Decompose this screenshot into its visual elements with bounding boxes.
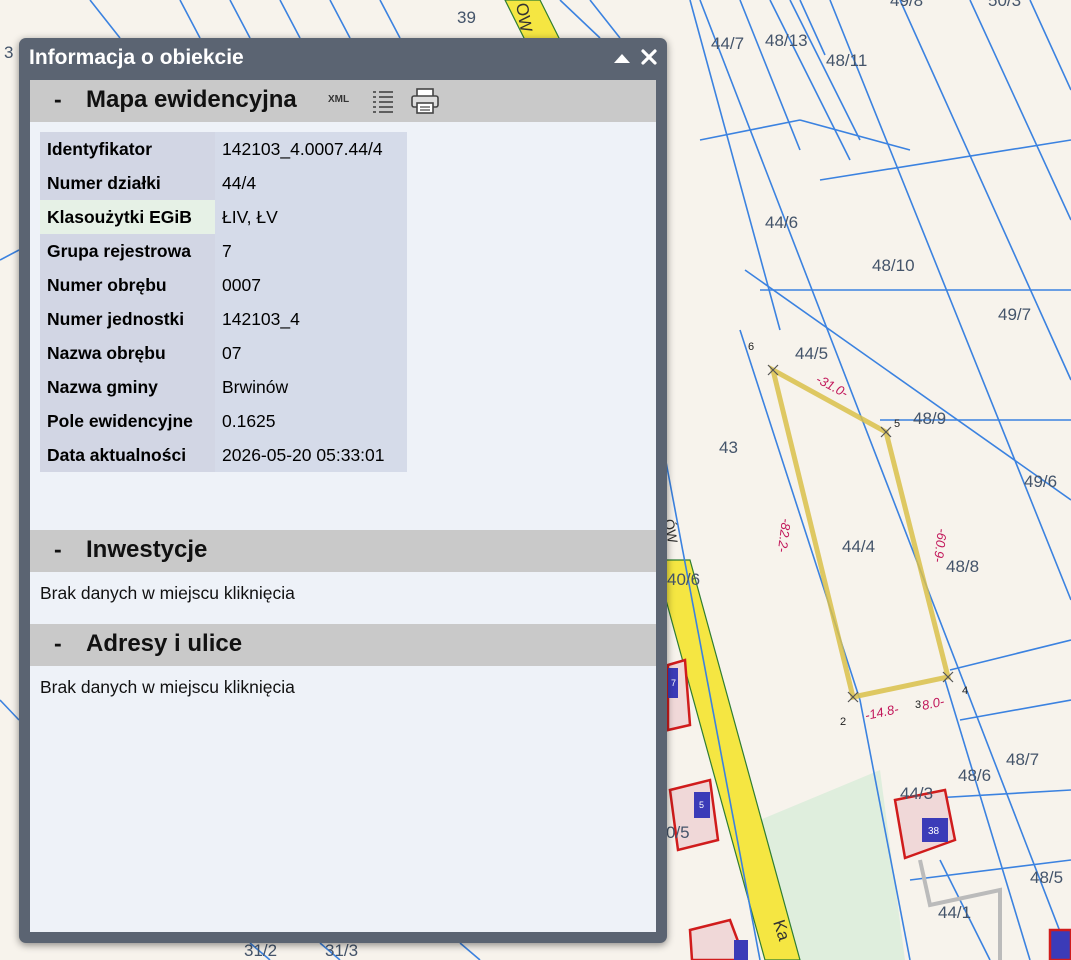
no-data-message: Brak danych w miejscu kliknięcia (40, 677, 295, 697)
parcel-label: 48/9 (913, 409, 946, 428)
parcel-label: 49/7 (998, 305, 1031, 324)
attribute-value: 142103_4.0007.44/4 (215, 132, 407, 166)
section-title: Mapa ewidencyjna (86, 86, 297, 113)
section-title: Inwestycje (86, 536, 208, 563)
parcel-label: 39 (457, 8, 476, 27)
attribute-row: Numer działki 44/4 (40, 166, 407, 200)
attribute-label: Grupa rejestrowa (40, 234, 215, 268)
window-title: Informacja o obiekcie (29, 46, 244, 69)
collapse-toggle[interactable]: - (54, 536, 62, 563)
window-titlebar[interactable]: Informacja o obiekcie (19, 38, 667, 80)
attribute-label: Nazwa gminy (40, 370, 215, 404)
parcel-label: 44/6 (765, 213, 798, 232)
dimension-label: 8.0- (921, 693, 947, 712)
vertex-label: 6 (748, 341, 754, 353)
object-info-window: Informacja o obiekcie - Mapa ewidencyjna… (19, 38, 667, 943)
parcel-label: 3 (4, 43, 13, 62)
parcel-label: 48/11 (826, 51, 867, 70)
vertex-label: 4 (962, 685, 968, 697)
parcel-label: 50/3 (988, 0, 1021, 10)
triangle-up-icon[interactable] (612, 51, 632, 65)
section-title: Adresy i ulice (86, 630, 243, 657)
parcel-label: 44/7 (711, 34, 744, 53)
xml-icon[interactable]: XML (328, 94, 349, 105)
parcel-label: 48/7 (1006, 750, 1039, 769)
parcel-label: 44/3 (900, 784, 933, 803)
parcel-label: 48/8 (946, 557, 979, 576)
attribute-value: 2026-05-20 05:33:01 (215, 438, 407, 472)
attribute-label: Nazwa obrębu (40, 336, 215, 370)
parcel-label: 48/10 (872, 256, 915, 275)
attribute-row: Grupa rejestrowa 7 (40, 234, 407, 268)
parcel-label: 44/5 (795, 344, 828, 363)
parcel-label: 31/2 (244, 941, 277, 960)
collapse-toggle[interactable]: - (54, 86, 62, 113)
section-header-inwestycje[interactable]: - Inwestycje (30, 530, 656, 572)
attribute-value: 44/4 (215, 166, 407, 200)
parcel-label: 48/6 (958, 766, 991, 785)
vertex-label: 5 (894, 418, 900, 430)
attribute-value: 142103_4 (215, 302, 407, 336)
attribute-row: Numer obrębu 0007 (40, 268, 407, 302)
attribute-row: Klasoużytki EGiB ŁIV, ŁV (40, 200, 407, 234)
attribute-value: 0.1625 (215, 404, 407, 438)
parcel-label-selected: 44/4 (842, 537, 875, 556)
dimension-label: -82.2- (775, 518, 794, 554)
vertex-label: 2 (840, 716, 846, 728)
list-icon[interactable] (370, 88, 396, 114)
road (654, 559, 801, 960)
attribute-row: Pole ewidencyjne 0.1625 (40, 404, 407, 438)
attribute-row: Data aktualności 2026-05-20 05:33:01 (40, 438, 407, 472)
attribute-row: Numer jednostki 142103_4 (40, 302, 407, 336)
attribute-label: Numer obrębu (40, 268, 215, 302)
attribute-row: Identyfikator 142103_4.0007.44/4 (40, 132, 407, 166)
building-number: 38 (928, 826, 940, 837)
collapse-toggle[interactable]: - (54, 630, 62, 657)
attribute-label: Pole ewidencyjne (40, 404, 215, 438)
attribute-value: 7 (215, 234, 407, 268)
attribute-label: Identyfikator (40, 132, 215, 166)
section-header-adresy-i-ulice[interactable]: - Adresy i ulice (30, 624, 656, 666)
attribute-value: Brwinów (215, 370, 407, 404)
parcel-label: 44/1 (938, 903, 971, 922)
attribute-row: Nazwa obrębu 07 (40, 336, 407, 370)
parcel-label: 49/8 (890, 0, 923, 10)
attribute-value: 07 (215, 336, 407, 370)
parcel-label: 0/5 (666, 823, 690, 842)
parcel-label: 43 (719, 438, 738, 457)
attribute-value: ŁIV, ŁV (215, 200, 407, 234)
attribute-label: Numer działki (40, 166, 215, 200)
print-icon[interactable] (410, 87, 440, 115)
attribute-label: Klasoużytki EGiB (40, 200, 215, 234)
parcel-label: 49/6 (1024, 472, 1057, 491)
attribute-row: Nazwa gminy Brwinów (40, 370, 407, 404)
section-header-mapa-ewidencyjna[interactable]: - Mapa ewidencyjna XML (30, 80, 656, 122)
attribute-label: Data aktualności (40, 438, 215, 472)
no-data-message: Brak danych w miejscu kliknięcia (40, 583, 295, 603)
parcel-label: 48/5 (1030, 868, 1063, 887)
attribute-label: Numer jednostki (40, 302, 215, 336)
window-content: - Mapa ewidencyjna XML Identyfikator 142… (30, 80, 656, 932)
dimension-label: -14.8- (864, 701, 901, 723)
parcel-label: 31/3 (325, 941, 358, 960)
attribute-table: Identyfikator 142103_4.0007.44/4 Numer dz… (40, 132, 407, 472)
parcel-label: 40/6 (667, 570, 700, 589)
parcel-label: 48/13 (765, 31, 808, 50)
building-number: 7 (671, 678, 676, 688)
street-label: OW (512, 1, 536, 33)
attribute-value: 0007 (215, 268, 407, 302)
close-icon[interactable] (639, 47, 659, 67)
building-number: 5 (699, 800, 704, 810)
